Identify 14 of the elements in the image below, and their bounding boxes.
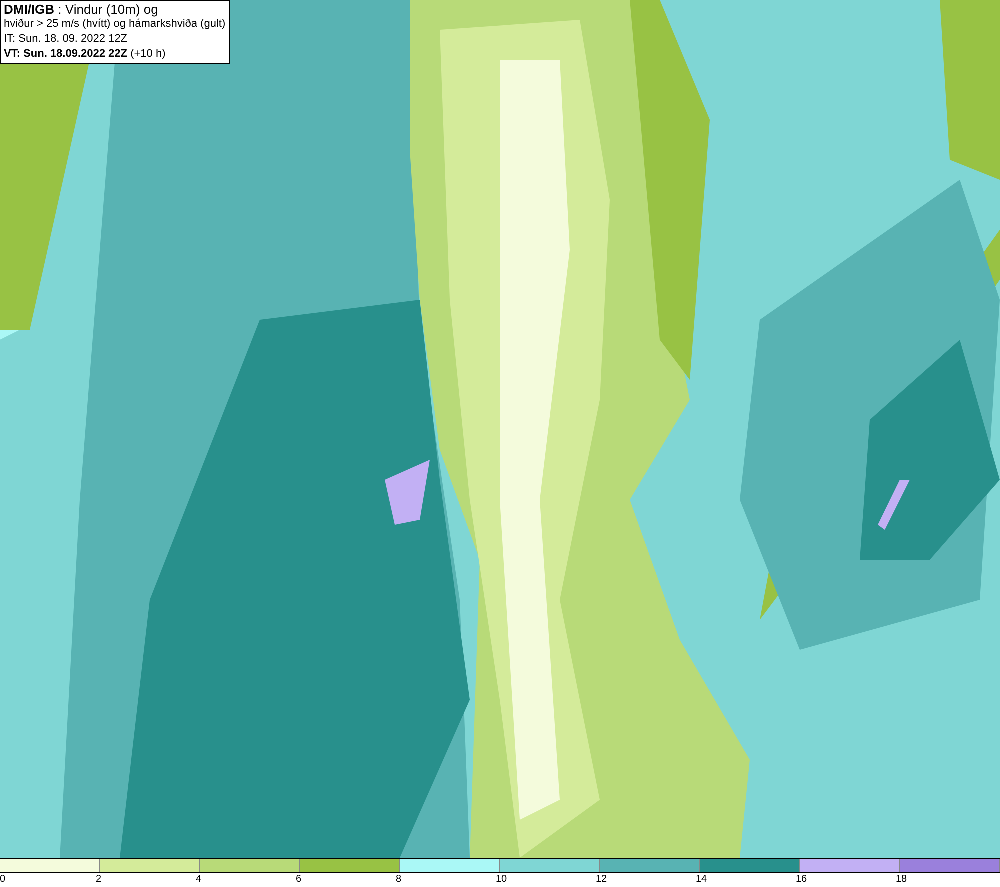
legend-label: 0 — [0, 873, 6, 886]
info-text: VT: Sun. 18.09.2022 22Z (+10 h) — [4, 47, 167, 62]
legend-label: 8 — [396, 873, 402, 886]
legend-label: 6 — [296, 873, 302, 886]
info-text: IT: Sun. 18. 09. 2022 12Z — [4, 32, 129, 47]
legend-label: 12 — [596, 873, 608, 886]
legend-label: 14 — [696, 873, 708, 886]
legend-label: 2 — [96, 873, 102, 886]
info-text: DMI/IGB : Vindur (10m) og — [4, 2, 160, 17]
legend-label: 4 — [196, 873, 202, 886]
info-text: hviður > 25 m/s (hvítt) og hámarkshviða (gult) — [4, 17, 226, 32]
legend-label: 10 — [496, 873, 508, 886]
legend-label: 18 — [896, 873, 908, 886]
legend-label: 16 — [796, 873, 808, 886]
